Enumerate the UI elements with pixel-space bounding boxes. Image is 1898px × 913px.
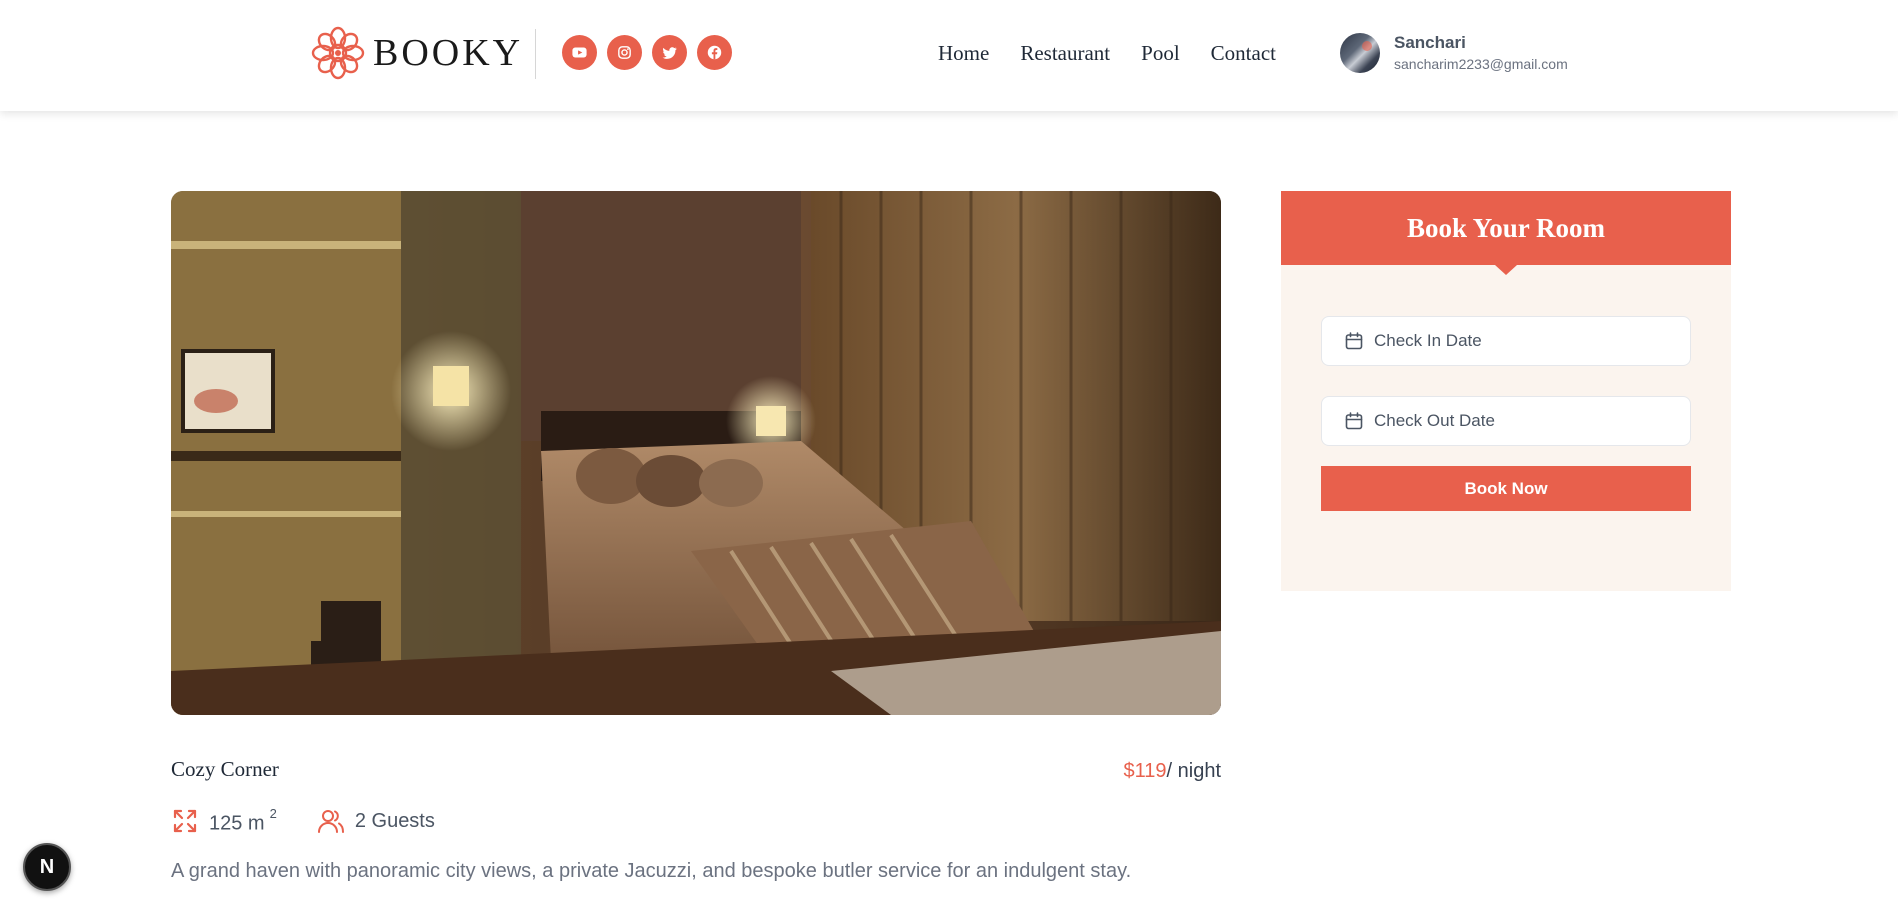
main-nav: Home Restaurant Pool Contact <box>938 40 1276 66</box>
price-unit: / night <box>1166 760 1221 782</box>
brand-name: BOOKY <box>373 32 524 74</box>
youtube-button[interactable] <box>562 35 597 70</box>
twitter-icon <box>662 47 677 59</box>
avatar[interactable] <box>1340 33 1380 73</box>
room-size-value: 125 m <box>209 812 265 835</box>
header-divider <box>535 29 536 79</box>
room-size-label: 125 m 2 <box>209 806 277 836</box>
twitter-button[interactable] <box>652 35 687 70</box>
check-out-date-field[interactable]: Check Out Date <box>1321 396 1691 446</box>
instagram-button[interactable] <box>607 35 642 70</box>
users-icon <box>317 809 344 833</box>
room-description: A grand haven with panoramic city views,… <box>171 860 1132 882</box>
room-features: 125 m 2 2 Guests <box>171 806 475 836</box>
booking-header: Book Your Room <box>1281 191 1731 275</box>
room-guests-label: 2 Guests <box>354 809 435 832</box>
check-in-placeholder: Check In Date <box>1374 331 1482 350</box>
check-out-placeholder: Check Out Date <box>1374 411 1495 430</box>
instagram-icon <box>618 46 631 59</box>
check-in-date-field[interactable]: Check In Date <box>1321 316 1691 366</box>
brand-logo[interactable]: BOOKY <box>310 24 523 82</box>
user-name: Sanchari <box>1394 33 1466 52</box>
book-now-button[interactable]: Book Now <box>1321 466 1691 511</box>
room-size-unit-sup: 2 <box>269 806 277 821</box>
nav-restaurant[interactable]: Restaurant <box>1020 40 1110 66</box>
booking-panel: Book Your Room Check In Date Check Out D… <box>1281 191 1731 591</box>
social-links <box>562 35 732 70</box>
room-photo <box>171 191 1221 715</box>
user-email: sancharim2233@gmail.com <box>1394 56 1568 72</box>
room-price: $119/ night <box>1124 758 1222 784</box>
room-guests: 2 Guests <box>317 807 435 835</box>
badge-letter: N <box>39 855 55 878</box>
lotus-logo-icon <box>311 26 365 80</box>
expand-arrows-icon <box>173 809 197 832</box>
room-name: Cozy Corner <box>171 757 279 781</box>
youtube-icon <box>572 47 587 58</box>
room-size: 125 m 2 <box>171 806 277 836</box>
dev-tools-badge[interactable]: N <box>23 843 71 891</box>
nav-home[interactable]: Home <box>938 40 989 66</box>
facebook-icon <box>707 45 722 60</box>
calendar-icon <box>1345 332 1363 350</box>
nav-pool[interactable]: Pool <box>1141 40 1180 66</box>
user-profile[interactable]: Sanchari sancharim2233@gmail.com <box>1340 33 1568 73</box>
nav-contact[interactable]: Contact <box>1211 40 1276 66</box>
facebook-button[interactable] <box>697 35 732 70</box>
user-info: Sanchari sancharim2233@gmail.com <box>1394 33 1568 73</box>
calendar-icon <box>1345 412 1363 430</box>
price-amount: $119 <box>1123 760 1167 782</box>
site-header: BOOKY Home Restaurant Pool Contact Sanch… <box>0 0 1898 111</box>
booking-title: Book Your Room <box>1406 213 1606 243</box>
